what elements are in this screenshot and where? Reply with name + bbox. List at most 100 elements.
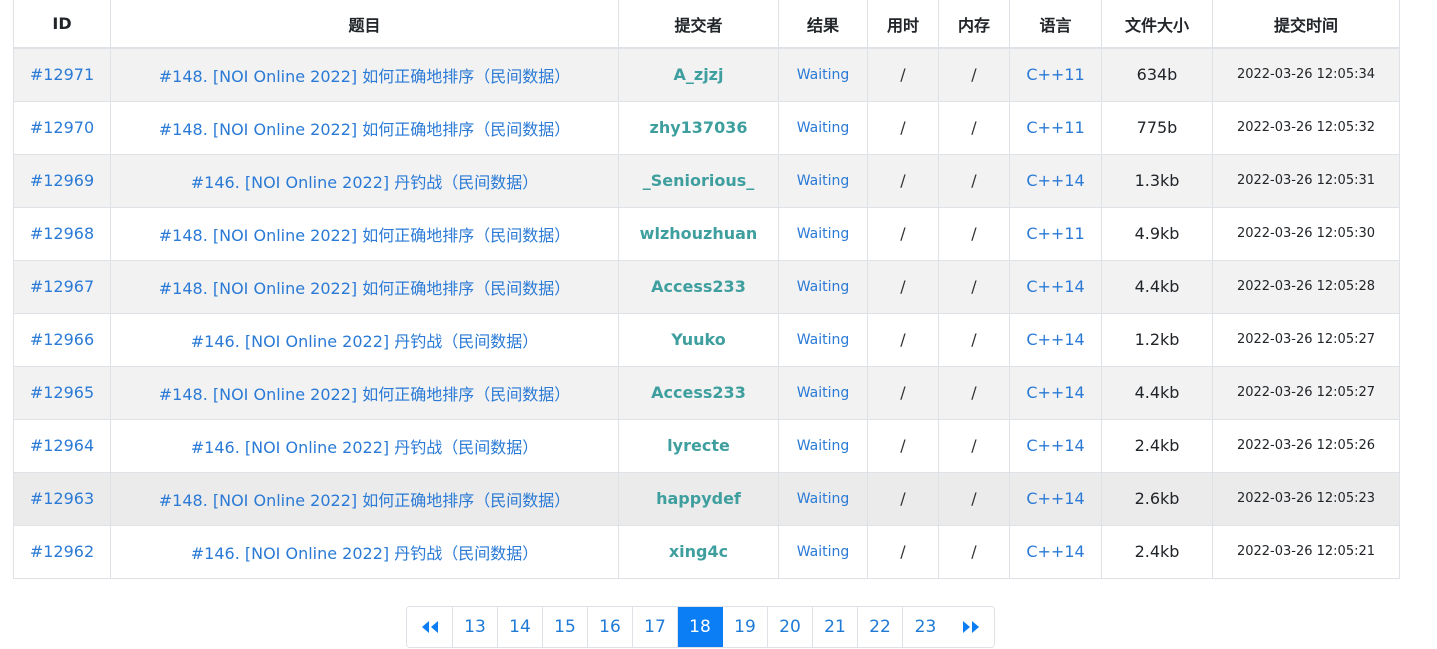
submitter-link[interactable]: Yuuko	[671, 330, 725, 349]
file-size-cell: 1.2kb	[1134, 330, 1180, 349]
header-id: ID	[13, 0, 111, 49]
time-used-cell: /	[900, 118, 906, 137]
submit-time-cell: 2022-03-26 12:05:28	[1236, 279, 1376, 294]
page-14-button[interactable]: 14	[498, 607, 543, 647]
language-link[interactable]: C++14	[1026, 330, 1084, 349]
table-row: #12966 #146. [NOI Online 2022] 丹钓战（民间数据） Y…	[13, 312, 1400, 367]
submission-id-link[interactable]: #12967	[30, 277, 94, 296]
page-17-button[interactable]: 17	[633, 607, 678, 647]
result-link[interactable]: Waiting	[797, 491, 850, 507]
file-size-cell: 775b	[1136, 118, 1178, 137]
result-link[interactable]: Waiting	[797, 279, 850, 295]
submitter-link[interactable]: zhy137036	[650, 118, 748, 137]
page-15-button[interactable]: 15	[543, 607, 588, 647]
page-13-button[interactable]: 13	[453, 607, 498, 647]
submission-id-link[interactable]: #12968	[30, 224, 94, 243]
submitter-link[interactable]: Access233	[651, 383, 746, 402]
language-link[interactable]: C++14	[1026, 171, 1084, 190]
submitter-link[interactable]: lyrecte	[667, 436, 730, 455]
problem-link[interactable]: #148. [NOI Online 2022] 如何正确地排序（民间数据）	[159, 385, 570, 404]
page-21-button[interactable]: 21	[813, 607, 858, 647]
submission-id-link[interactable]: #12970	[30, 118, 94, 137]
problem-link[interactable]: #148. [NOI Online 2022] 如何正确地排序（民间数据）	[159, 120, 570, 139]
language-link[interactable]: C++14	[1026, 436, 1084, 455]
header-file-size: 文件大小	[1101, 0, 1213, 49]
result-link[interactable]: Waiting	[797, 120, 850, 136]
submission-id-link[interactable]: #12966	[30, 330, 94, 349]
time-used-cell: /	[900, 171, 906, 190]
header-language: 语言	[1009, 0, 1102, 49]
submit-time-cell: 2022-03-26 12:05:32	[1236, 120, 1376, 135]
table-row: #12963 #148. [NOI Online 2022] 如何正确地排序（民间…	[13, 471, 1400, 526]
memory-cell: /	[971, 330, 977, 349]
language-link[interactable]: C++11	[1026, 118, 1084, 137]
problem-link[interactable]: #148. [NOI Online 2022] 如何正确地排序（民间数据）	[159, 491, 570, 510]
problem-link[interactable]: #146. [NOI Online 2022] 丹钓战（民间数据）	[191, 173, 538, 192]
submission-id-link[interactable]: #12965	[30, 383, 94, 402]
double-chevron-right-icon	[963, 621, 979, 633]
table-row: #12967 #148. [NOI Online 2022] 如何正确地排序（民间…	[13, 259, 1400, 314]
time-used-cell: /	[900, 224, 906, 243]
submission-id-link[interactable]: #12963	[30, 489, 94, 508]
submissions-table: ID 题目 提交者 结果 用时 内存 语言 文件大小 提交时间 #12971 #1…	[13, 0, 1400, 579]
result-link[interactable]: Waiting	[797, 226, 850, 242]
header-problem: 题目	[110, 0, 619, 49]
submitter-link[interactable]: _Seniorious_	[643, 171, 755, 190]
last-page-button[interactable]	[948, 607, 994, 647]
submission-id-link[interactable]: #12969	[30, 171, 94, 190]
submission-id-link[interactable]: #12971	[30, 65, 94, 84]
submitter-link[interactable]: happydef	[656, 489, 741, 508]
problem-link[interactable]: #148. [NOI Online 2022] 如何正确地排序（民间数据）	[159, 279, 570, 298]
submission-id-link[interactable]: #12964	[30, 436, 94, 455]
page-20-button[interactable]: 20	[768, 607, 813, 647]
problem-link[interactable]: #146. [NOI Online 2022] 丹钓战（民间数据）	[191, 332, 538, 351]
header-time-used: 用时	[867, 0, 939, 49]
header-result: 结果	[778, 0, 868, 49]
submitter-link[interactable]: xing4c	[669, 542, 728, 561]
problem-link[interactable]: #148. [NOI Online 2022] 如何正确地排序（民间数据）	[159, 67, 570, 86]
file-size-cell: 2.4kb	[1134, 542, 1180, 561]
result-link[interactable]: Waiting	[797, 332, 850, 348]
submit-time-cell: 2022-03-26 12:05:30	[1236, 226, 1376, 241]
language-link[interactable]: C++11	[1026, 224, 1084, 243]
submitter-link[interactable]: A_zjzj	[674, 65, 724, 84]
problem-link[interactable]: #146. [NOI Online 2022] 丹钓战（民间数据）	[191, 544, 538, 563]
page-18-button[interactable]: 18	[678, 607, 723, 647]
file-size-cell: 2.6kb	[1134, 489, 1180, 508]
page-19-button[interactable]: 19	[723, 607, 768, 647]
memory-cell: /	[971, 65, 977, 85]
header-memory: 内存	[938, 0, 1010, 49]
memory-cell: /	[971, 224, 977, 243]
table-row: #12964 #146. [NOI Online 2022] 丹钓战（民间数据） l…	[13, 418, 1400, 473]
result-link[interactable]: Waiting	[797, 173, 850, 189]
result-link[interactable]: Waiting	[797, 385, 850, 401]
language-link[interactable]: C++14	[1026, 542, 1084, 561]
file-size-cell: 4.9kb	[1134, 224, 1180, 243]
submitter-link[interactable]: wlzhouzhuan	[640, 224, 758, 243]
submit-time-cell: 2022-03-26 12:05:27	[1236, 385, 1376, 400]
language-link[interactable]: C++14	[1026, 383, 1084, 402]
table-header-row: ID 题目 提交者 结果 用时 内存 语言 文件大小 提交时间	[13, 0, 1400, 49]
page-22-button[interactable]: 22	[858, 607, 903, 647]
header-submitter: 提交者	[618, 0, 779, 49]
result-link[interactable]: Waiting	[797, 438, 850, 454]
page-16-button[interactable]: 16	[588, 607, 633, 647]
result-link[interactable]: Waiting	[797, 544, 850, 560]
memory-cell: /	[971, 383, 977, 402]
submission-id-link[interactable]: #12962	[30, 542, 94, 561]
page-23-button[interactable]: 23	[903, 607, 948, 647]
memory-cell: /	[971, 171, 977, 190]
language-link[interactable]: C++11	[1026, 65, 1084, 84]
problem-link[interactable]: #148. [NOI Online 2022] 如何正确地排序（民间数据）	[159, 226, 570, 245]
file-size-cell: 4.4kb	[1134, 383, 1180, 402]
language-link[interactable]: C++14	[1026, 489, 1084, 508]
file-size-cell: 4.4kb	[1134, 277, 1180, 296]
submit-time-cell: 2022-03-26 12:05:31	[1236, 173, 1376, 188]
result-link[interactable]: Waiting	[797, 67, 850, 83]
problem-link[interactable]: #146. [NOI Online 2022] 丹钓战（民间数据）	[191, 438, 538, 457]
language-link[interactable]: C++14	[1026, 277, 1084, 296]
submitter-link[interactable]: Access233	[651, 277, 746, 296]
table-row: #12970 #148. [NOI Online 2022] 如何正确地排序（民间…	[13, 100, 1400, 155]
first-page-button[interactable]	[407, 607, 453, 647]
time-used-cell: /	[900, 65, 906, 85]
